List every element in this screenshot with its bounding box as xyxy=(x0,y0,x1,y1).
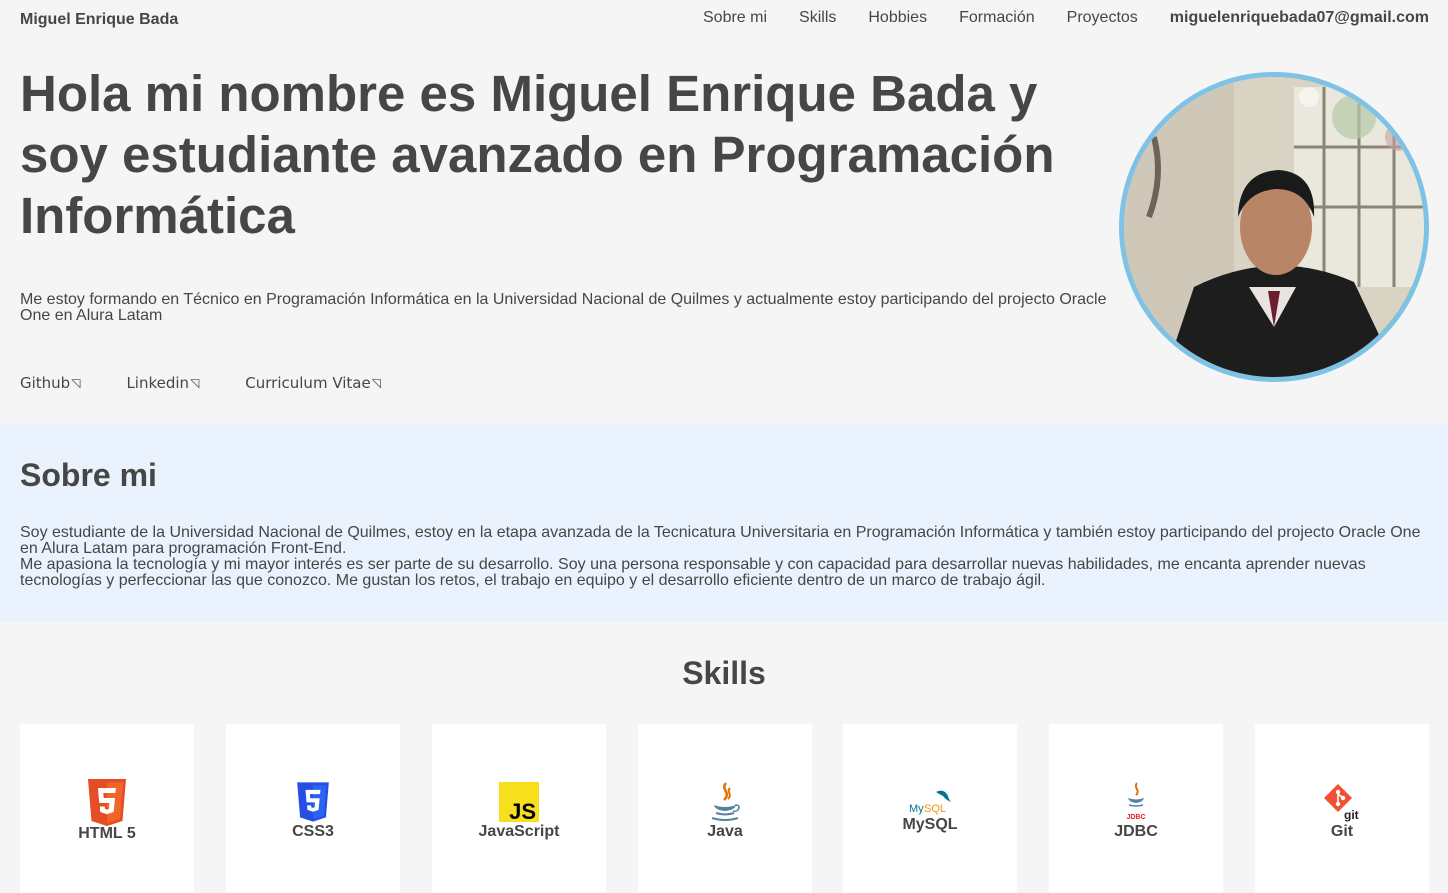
css3-icon xyxy=(296,782,331,827)
skill-label: MySQL xyxy=(902,816,958,833)
skill-card-java: Java xyxy=(638,724,812,893)
skill-card-javascript: JS JavaScript xyxy=(432,724,606,893)
skill-label: JavaScript xyxy=(478,823,560,840)
external-link-icon: ◹ xyxy=(71,376,81,390)
about-paragraph-1: Soy estudiante de la Universidad Naciona… xyxy=(20,524,1421,557)
svg-text:My: My xyxy=(909,803,924,815)
nav-sobre-mi[interactable]: Sobre mi xyxy=(703,9,767,27)
skill-card-mysql: My SQL MySQL xyxy=(843,724,1017,893)
skill-label: Java xyxy=(707,823,743,840)
skill-label: Git xyxy=(1330,823,1354,840)
html5-icon xyxy=(86,779,128,831)
linkedin-link[interactable]: Linkedin ◹ xyxy=(126,374,199,392)
svg-text:git: git xyxy=(1344,808,1359,822)
skill-card-jdbc: JDBC JDBC xyxy=(1049,724,1223,893)
about-section: Sobre mi Soy estudiante de la Universida… xyxy=(0,424,1448,622)
cv-link[interactable]: Curriculum Vitae ◹ xyxy=(245,374,381,392)
skill-label: CSS3 xyxy=(292,823,334,840)
cv-link-label: Curriculum Vitae xyxy=(245,374,371,392)
hero-links: Github ◹ Linkedin ◹ Curriculum Vitae ◹ xyxy=(20,374,427,392)
about-paragraph-2: Me apasiona la tecnología y mi mayor int… xyxy=(20,556,1366,589)
brand-name[interactable]: Miguel Enrique Bada xyxy=(20,11,178,29)
nav-formacion[interactable]: Formación xyxy=(959,9,1035,27)
linkedin-link-label: Linkedin xyxy=(126,374,190,392)
hero-title: Hola mi nombre es Miguel Enrique Bada y … xyxy=(20,65,1055,244)
jdbc-icon: JDBC xyxy=(1123,782,1149,827)
profile-photo xyxy=(1119,72,1429,382)
nav-email-link[interactable]: miguelenriquebada07@gmail.com xyxy=(1170,9,1429,27)
about-title: Sobre mi xyxy=(20,457,157,493)
top-navbar: Miguel Enrique Bada Sobre mi Skills Hobb… xyxy=(0,0,1448,40)
skill-card-css3: CSS3 xyxy=(226,724,400,893)
profile-photo-illustration xyxy=(1124,77,1424,377)
java-icon xyxy=(708,781,742,828)
skill-card-git: git Git xyxy=(1255,724,1429,893)
nav-hobbies[interactable]: Hobbies xyxy=(868,9,927,27)
skill-label: JDBC xyxy=(1114,823,1158,840)
skills-title: Skills xyxy=(682,655,766,691)
hero-description: Me estoy formando en Técnico en Programa… xyxy=(20,291,1107,324)
javascript-icon: JS xyxy=(499,782,539,827)
github-link-label: Github xyxy=(20,374,71,392)
nav-skills[interactable]: Skills xyxy=(799,9,836,27)
git-icon: git xyxy=(1322,782,1362,827)
github-link[interactable]: Github ◹ xyxy=(20,374,80,392)
external-link-icon: ◹ xyxy=(371,376,381,390)
svg-text:JS: JS xyxy=(509,799,536,822)
main-nav: Sobre mi Skills Hobbies Formación Proyec… xyxy=(703,9,1429,27)
nav-proyectos[interactable]: Proyectos xyxy=(1067,9,1138,27)
external-link-icon: ◹ xyxy=(190,376,200,390)
skill-card-html5: HTML 5 xyxy=(20,724,194,893)
skill-label: HTML 5 xyxy=(78,825,136,842)
svg-text:SQL: SQL xyxy=(924,803,946,815)
svg-text:JDBC: JDBC xyxy=(1126,814,1145,821)
